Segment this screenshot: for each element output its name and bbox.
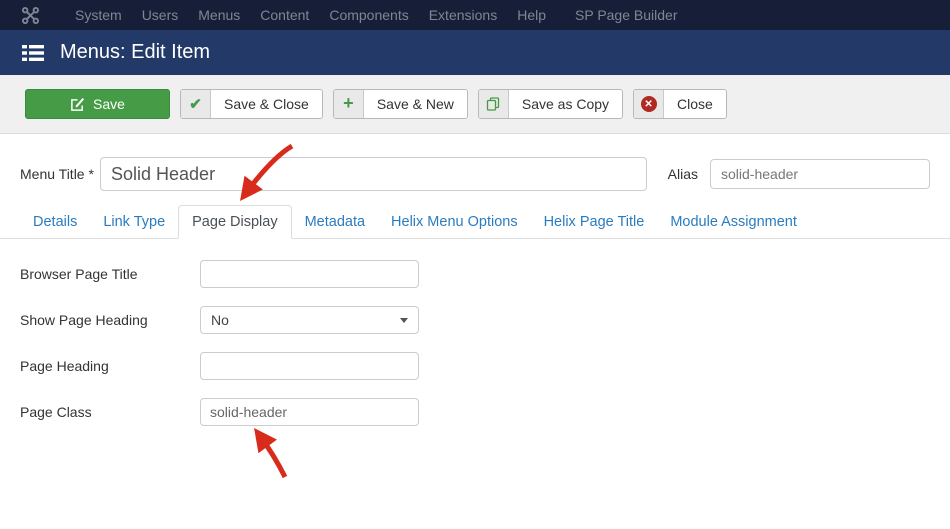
page-heading-label: Page Heading: [20, 358, 109, 374]
joomla-logo-icon: [22, 6, 39, 24]
admin-top-bar: System Users Menus Content Components Ex…: [0, 0, 950, 30]
page-class-row: Page Class: [20, 398, 930, 426]
menu-help[interactable]: Help: [507, 7, 556, 23]
chevron-down-icon: [400, 317, 408, 323]
save-close-button[interactable]: ✔ Save & Close: [180, 89, 323, 119]
alias-input[interactable]: [710, 159, 930, 189]
menu-components[interactable]: Components: [319, 7, 418, 23]
page-display-form: Browser Page Title Show Page Heading No …: [0, 239, 950, 426]
show-page-heading-row: Show Page Heading No: [20, 306, 930, 334]
menu-list-icon: [22, 44, 44, 61]
plus-icon: +: [333, 90, 364, 118]
menu-menus[interactable]: Menus: [188, 7, 250, 23]
menu-title-input[interactable]: [100, 157, 647, 191]
tab-metadata[interactable]: Metadata: [292, 206, 378, 238]
close-button-label: Close: [664, 90, 726, 118]
page-class-input[interactable]: [200, 398, 419, 426]
menu-title-label: Menu Title *: [20, 166, 94, 182]
edit-icon: [71, 97, 85, 111]
tab-module-assignment[interactable]: Module Assignment: [657, 206, 810, 238]
page-title: Menus: Edit Item: [60, 41, 211, 63]
browser-page-title-label: Browser Page Title: [20, 266, 138, 282]
menu-users[interactable]: Users: [132, 7, 189, 23]
browser-page-title-input[interactable]: [200, 260, 419, 288]
edit-item-tabs: Details Link Type Page Display Metadata …: [0, 205, 950, 239]
toolbar: Save ✔ Save & Close + Save & New Save as…: [0, 75, 950, 134]
save-close-label: Save & Close: [211, 90, 322, 118]
check-icon: ✔: [181, 90, 211, 118]
save-new-button[interactable]: + Save & New: [332, 89, 468, 119]
tab-helix-page-title[interactable]: Helix Page Title: [531, 206, 658, 238]
save-as-copy-label: Save as Copy: [508, 90, 623, 118]
page-header: Menus: Edit Item: [0, 30, 950, 75]
alias-label: Alias: [667, 166, 698, 182]
menu-sp-page-builder[interactable]: SP Page Builder: [565, 7, 687, 23]
page-heading-input[interactable]: [200, 352, 419, 380]
menu-extensions[interactable]: Extensions: [419, 7, 507, 23]
joomla-admin-page: System Users Menus Content Components Ex…: [0, 0, 950, 529]
close-icon: ✕: [634, 90, 665, 118]
show-page-heading-select[interactable]: No: [200, 306, 419, 334]
menu-content[interactable]: Content: [250, 7, 319, 23]
close-button[interactable]: ✕ Close: [633, 89, 727, 119]
save-as-copy-button[interactable]: Save as Copy: [477, 89, 624, 119]
tab-link-type[interactable]: Link Type: [90, 206, 178, 238]
show-page-heading-value: No: [211, 312, 229, 328]
admin-menu: System Users Menus Content Components Ex…: [65, 7, 687, 23]
browser-page-title-row: Browser Page Title: [20, 260, 930, 288]
save-new-label: Save & New: [363, 90, 467, 118]
save-button[interactable]: Save: [25, 89, 170, 119]
alias-group: Alias: [668, 159, 930, 189]
arrow-to-page-class-input: [254, 427, 288, 479]
page-heading-row: Page Heading: [20, 352, 930, 380]
title-alias-row: Menu Title * Alias: [0, 134, 950, 191]
tab-details[interactable]: Details: [20, 206, 90, 238]
tab-helix-menu-options[interactable]: Helix Menu Options: [378, 206, 531, 238]
show-page-heading-label: Show Page Heading: [20, 312, 148, 328]
page-class-label: Page Class: [20, 404, 92, 420]
menu-system[interactable]: System: [65, 7, 132, 23]
copy-icon: [478, 90, 509, 118]
save-button-label: Save: [93, 96, 125, 112]
tab-page-display[interactable]: Page Display: [178, 205, 292, 239]
